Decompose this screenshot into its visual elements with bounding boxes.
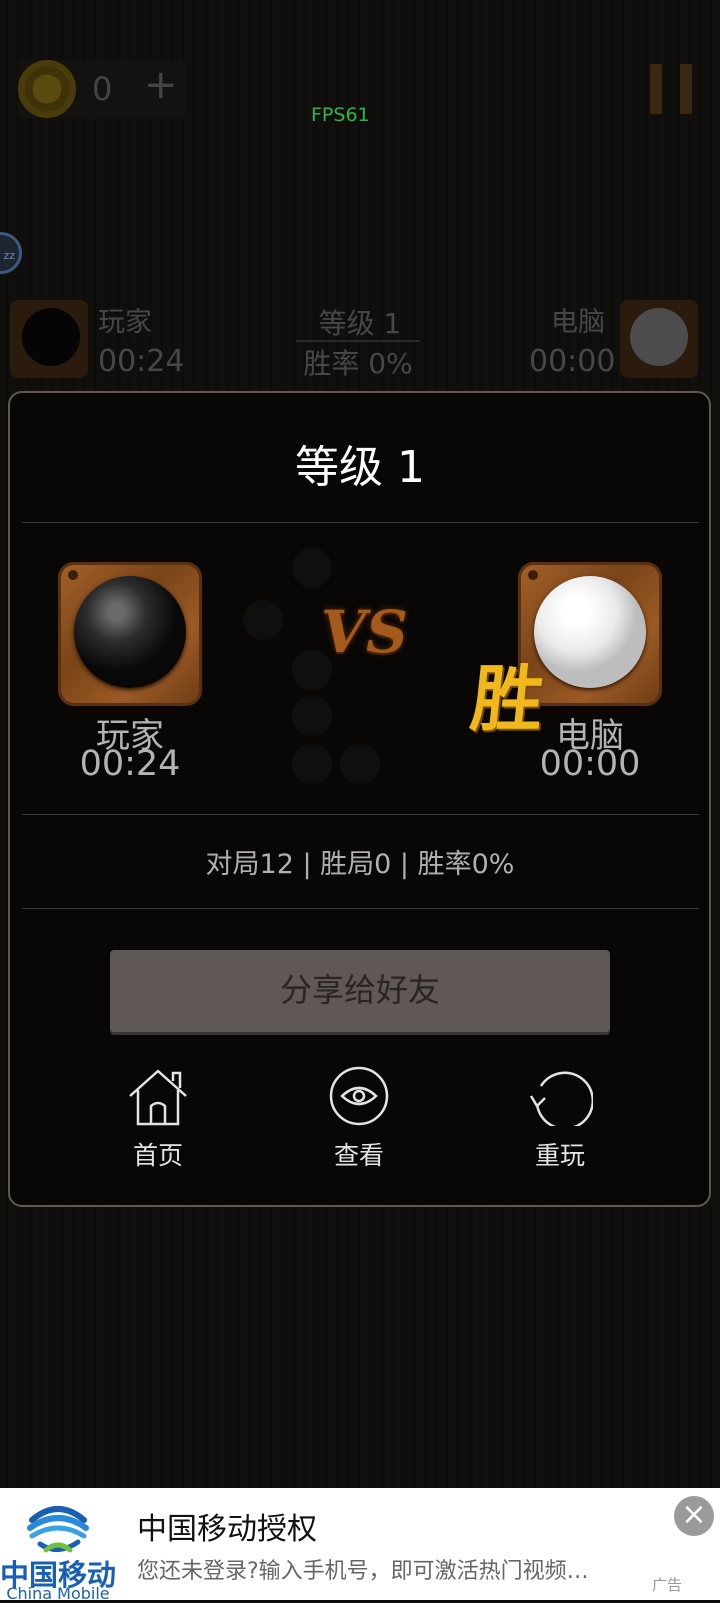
- player-timer-top: 00:24: [98, 344, 185, 379]
- player-avatar: [58, 562, 202, 706]
- black-stone-icon: [22, 308, 80, 366]
- win-rate-top: 胜率 0%: [296, 340, 420, 382]
- fps-counter: FPS61: [311, 104, 370, 126]
- player-name-top: 玩家: [98, 307, 152, 338]
- replay-label: 重玩: [534, 1141, 585, 1170]
- board-stone-ghost: [340, 744, 380, 784]
- dialog-title: 等级 1: [295, 442, 425, 493]
- board-stone-ghost: [243, 600, 283, 640]
- cpu-timer-top: 00:00: [529, 344, 616, 379]
- board-stone-ghost: [292, 548, 332, 588]
- white-stone-icon: [630, 308, 688, 366]
- ad-label: 广告: [652, 1576, 683, 1594]
- replay-button[interactable]: 重玩: [500, 1066, 620, 1172]
- share-button[interactable]: 分享给好友: [110, 950, 610, 1032]
- cpu-time: 00:00: [539, 744, 641, 784]
- add-coins-button[interactable]: +: [144, 62, 178, 108]
- cpu-name-top: 电脑: [551, 307, 605, 338]
- white-stone-icon: [534, 576, 646, 688]
- coin-count: 0: [92, 70, 113, 108]
- player-time: 00:24: [79, 744, 181, 784]
- match-stats: 对局12 | 胜局0 | 胜率0%: [205, 849, 515, 880]
- board-stone-ghost: [292, 696, 332, 736]
- view-button[interactable]: 查看: [299, 1066, 419, 1172]
- vs-label: VS: [321, 598, 408, 666]
- cpu-avatar-small: [620, 300, 698, 378]
- divider: [22, 814, 699, 815]
- board-stone-ghost: [292, 744, 332, 784]
- china-mobile-en: China Mobile: [6, 1584, 110, 1603]
- home-icon: [129, 1069, 187, 1126]
- black-stone-icon: [74, 576, 186, 688]
- level-label-top: 等级 1: [318, 307, 402, 340]
- divider: [22, 908, 699, 909]
- eye-icon: [329, 1066, 389, 1126]
- player-avatar-small: [10, 300, 88, 378]
- divider: [22, 522, 699, 523]
- pause-icon[interactable]: [650, 64, 696, 114]
- close-icon[interactable]: ×: [674, 1496, 714, 1536]
- home-button[interactable]: 首页: [98, 1066, 218, 1172]
- ad-subtitle[interactable]: 您还未登录?输入手机号，即可激活热门视频…: [137, 1553, 617, 1585]
- replay-icon: [529, 1071, 593, 1126]
- ad-title[interactable]: 中国移动授权: [137, 1504, 317, 1548]
- coin-icon: [18, 60, 76, 118]
- home-label: 首页: [132, 1141, 183, 1170]
- view-label: 查看: [333, 1141, 384, 1170]
